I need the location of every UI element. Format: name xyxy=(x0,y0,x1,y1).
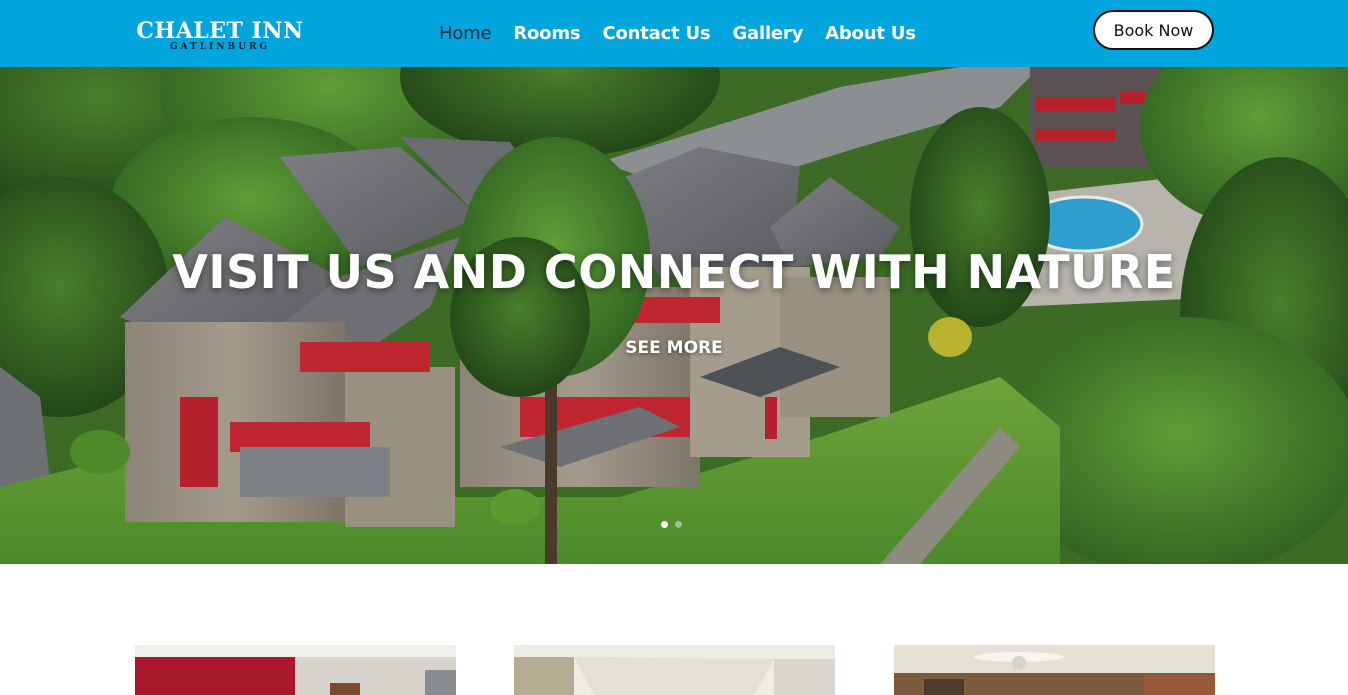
logo-brand-name: Chalet Inn xyxy=(136,18,304,44)
nav-item-rooms[interactable]: Rooms xyxy=(502,23,591,44)
nav-item-home[interactable]: Home xyxy=(428,23,502,44)
logo-location: Gatlinburg xyxy=(169,42,271,52)
hero-background-image xyxy=(0,67,1348,564)
hero-title: VISIT US AND CONNECT WITH NATURE xyxy=(172,245,1176,299)
slider-dot-1[interactable] xyxy=(661,521,668,528)
hero-slider: VISIT US AND CONNECT WITH NATURE SEE MOR… xyxy=(0,67,1348,564)
see-more-link[interactable]: SEE MORE xyxy=(614,338,734,364)
room-card-2-image[interactable] xyxy=(514,645,835,695)
main-nav: Home Rooms Contact Us Gallery About Us xyxy=(428,0,927,67)
site-header: Chalet Inn Gatlinburg Home Rooms Contact… xyxy=(0,0,1348,67)
slider-pagination xyxy=(661,521,682,528)
room-photo-3 xyxy=(894,645,1215,695)
slider-dot-2[interactable] xyxy=(675,521,682,528)
room-card-1-image[interactable] xyxy=(135,645,456,695)
room-photo-2 xyxy=(514,645,835,695)
site-logo[interactable]: Chalet Inn Gatlinburg xyxy=(135,18,305,58)
nav-item-contact-us[interactable]: Contact Us xyxy=(591,23,721,44)
book-now-button[interactable]: Book Now xyxy=(1093,10,1214,50)
nav-item-gallery[interactable]: Gallery xyxy=(721,23,814,44)
room-photo-1 xyxy=(135,645,456,695)
room-card-3-image[interactable] xyxy=(894,645,1215,695)
nav-item-about-us[interactable]: About Us xyxy=(814,23,927,44)
